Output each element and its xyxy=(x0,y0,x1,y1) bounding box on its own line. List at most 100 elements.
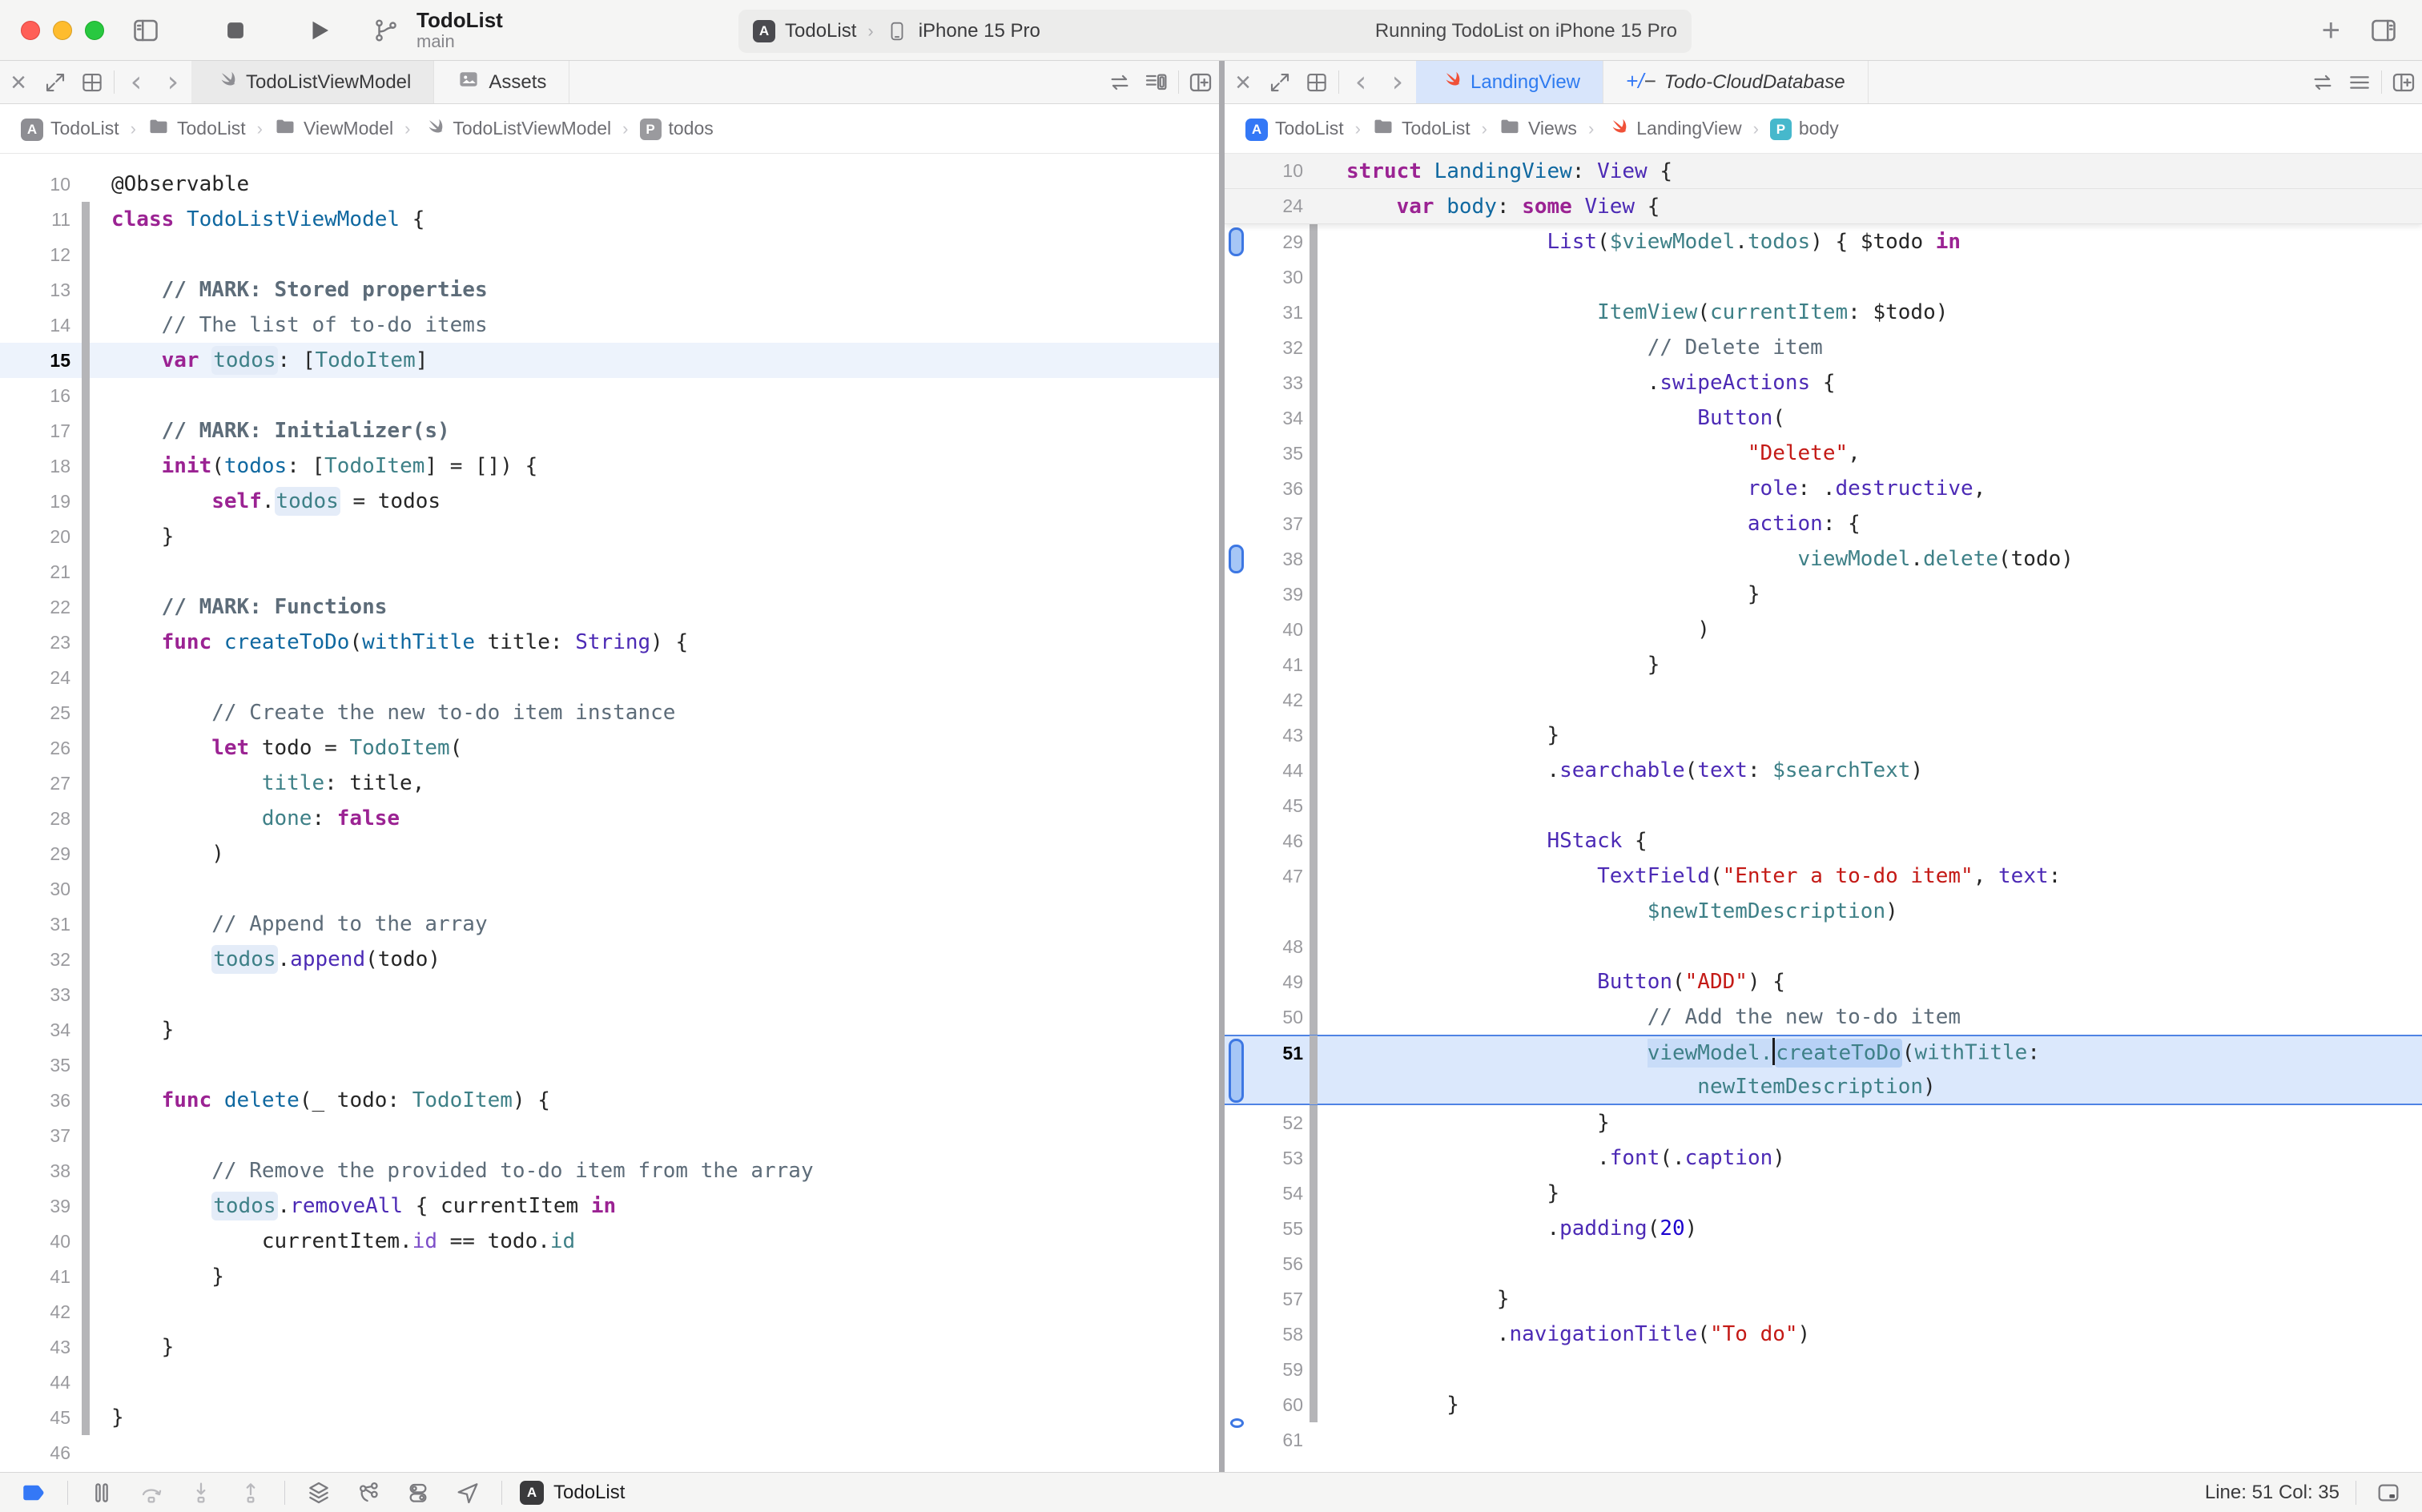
line-number[interactable]: 58 xyxy=(1250,1324,1303,1345)
code-text[interactable]: HStack { xyxy=(1318,829,1648,853)
open-in-window-icon[interactable] xyxy=(1261,61,1298,103)
split-editor-icon[interactable] xyxy=(2385,61,2422,103)
line-number[interactable]: 46 xyxy=(0,1442,70,1464)
code-line[interactable]: 36 func delete(_ todo: TodoItem) { xyxy=(0,1083,1219,1118)
code-line[interactable]: 57 } xyxy=(1225,1281,2422,1317)
line-number[interactable]: 41 xyxy=(1250,654,1303,676)
open-in-window-icon[interactable] xyxy=(37,61,74,103)
code-text[interactable]: } xyxy=(90,1335,174,1359)
line-number[interactable]: 33 xyxy=(0,984,70,1006)
line-number[interactable]: 38 xyxy=(1250,549,1303,570)
code-line[interactable]: 34 } xyxy=(0,1012,1219,1048)
scheme-selector[interactable]: A TodoList › iPhone 15 Pro Running TodoL… xyxy=(738,10,1692,53)
go-back-icon[interactable]: ‹ xyxy=(118,61,155,103)
code-line[interactable]: 10 @Observable xyxy=(0,167,1219,202)
breakpoint-gutter[interactable] xyxy=(1225,823,1250,859)
code-text[interactable]: } xyxy=(1318,1393,1459,1417)
environment-overrides-icon[interactable] xyxy=(402,1477,434,1509)
line-number[interactable]: 60 xyxy=(1250,1394,1303,1416)
line-number[interactable]: 54 xyxy=(1250,1183,1303,1204)
line-number[interactable]: 48 xyxy=(1250,936,1303,958)
line-number[interactable]: 52 xyxy=(1250,1112,1303,1134)
line-number[interactable]: 55 xyxy=(1250,1218,1303,1240)
code-text[interactable]: "Delete", xyxy=(1318,441,1861,465)
run-button[interactable] xyxy=(296,8,341,53)
line-number[interactable]: 44 xyxy=(1250,760,1303,782)
breakpoint-indicator[interactable] xyxy=(1229,227,1244,256)
line-number[interactable]: 40 xyxy=(1250,619,1303,641)
code-line[interactable]: 30 xyxy=(0,871,1219,907)
code-line[interactable]: 55 .padding(20) xyxy=(1225,1211,2422,1246)
line-number[interactable]: 27 xyxy=(0,773,70,794)
code-text[interactable]: .navigationTitle("To do") xyxy=(1318,1322,1810,1346)
code-text[interactable]: // Add the new to-do item xyxy=(1318,1005,1961,1029)
code-text[interactable]: title: title, xyxy=(90,771,424,795)
zoom-window-button[interactable] xyxy=(85,21,104,40)
line-number[interactable]: 18 xyxy=(0,456,70,477)
code-line[interactable]: 29 List($viewModel.todos) { $todo in xyxy=(1225,224,2422,259)
breakpoint-gutter[interactable] xyxy=(1225,506,1250,541)
line-number[interactable]: 20 xyxy=(0,526,70,548)
line-number[interactable]: 37 xyxy=(0,1125,70,1147)
code-line[interactable]: 42 xyxy=(0,1294,1219,1329)
breakpoint-gutter[interactable] xyxy=(1225,471,1250,506)
code-text[interactable]: } xyxy=(1318,653,1660,677)
line-number[interactable]: 19 xyxy=(0,491,70,513)
code-line[interactable]: 40 currentItem.id == todo.id xyxy=(0,1224,1219,1259)
code-text[interactable]: } xyxy=(90,1405,124,1430)
breadcrumb-item[interactable]: P body xyxy=(1770,117,1839,141)
code-text[interactable]: ItemView(currentItem: $todo) xyxy=(1318,300,1948,324)
line-number[interactable]: 41 xyxy=(0,1266,70,1288)
code-text[interactable]: } xyxy=(1318,723,1559,747)
line-number[interactable]: 39 xyxy=(1250,584,1303,605)
code-line[interactable]: 11 class TodoListViewModel { xyxy=(0,202,1219,237)
line-number[interactable]: 10 xyxy=(1250,160,1303,182)
editor-display-icon[interactable] xyxy=(2372,1477,2404,1509)
code-line[interactable]: 27 title: title, xyxy=(0,766,1219,801)
code-line[interactable]: 49 Button("ADD") { xyxy=(1225,964,2422,999)
close-editor-icon[interactable]: × xyxy=(0,61,37,103)
memory-graph-icon[interactable] xyxy=(352,1477,384,1509)
code-line[interactable]: 16 xyxy=(0,378,1219,413)
breakpoint-gutter[interactable] xyxy=(1225,1211,1250,1246)
line-number[interactable]: 57 xyxy=(1250,1289,1303,1310)
line-number[interactable]: 47 xyxy=(1250,866,1303,887)
add-tab-icon[interactable]: + xyxy=(2322,13,2340,49)
code-text[interactable]: // Delete item xyxy=(1318,336,1823,360)
code-line[interactable]: 32 todos.append(todo) xyxy=(0,942,1219,977)
line-number[interactable]: 34 xyxy=(0,1019,70,1041)
stop-button[interactable] xyxy=(213,8,258,53)
code-text[interactable]: .searchable(text: $searchText) xyxy=(1318,758,1923,782)
line-number[interactable]: 50 xyxy=(1250,1007,1303,1028)
breakpoint-gutter[interactable] xyxy=(1225,295,1250,330)
code-line[interactable]: 61 xyxy=(1225,1422,2422,1458)
code-line[interactable]: 13 // MARK: Stored properties xyxy=(0,272,1219,308)
code-line[interactable]: 32 // Delete item xyxy=(1225,330,2422,365)
code-text[interactable]: } xyxy=(1318,1111,1610,1135)
code-text[interactable]: class TodoListViewModel { xyxy=(90,207,424,231)
code-line[interactable]: 53 .font(.caption) xyxy=(1225,1140,2422,1176)
breakpoint-gutter[interactable] xyxy=(1225,788,1250,823)
code-line[interactable]: 60 } xyxy=(1225,1387,2422,1422)
code-line[interactable]: 35 "Delete", xyxy=(1225,436,2422,471)
breadcrumb-item[interactable]: TodoList xyxy=(1372,115,1470,143)
line-number[interactable]: 25 xyxy=(0,702,70,724)
editor-layout-icon[interactable] xyxy=(1298,61,1335,103)
line-number[interactable]: 22 xyxy=(0,597,70,618)
breakpoints-toggle-icon[interactable] xyxy=(18,1477,50,1509)
breakpoint-indicator[interactable] xyxy=(1229,1039,1244,1103)
line-number[interactable]: 42 xyxy=(1250,690,1303,711)
breadcrumb-item[interactable]: LandingView xyxy=(1605,115,1741,143)
swap-editor-icon[interactable] xyxy=(2304,61,2341,103)
code-line[interactable]: $newItemDescription) xyxy=(1225,894,2422,929)
breadcrumb-item[interactable]: ViewModel xyxy=(274,115,393,143)
code-line[interactable]: 43 } xyxy=(0,1329,1219,1365)
code-line[interactable]: 42 xyxy=(1225,682,2422,718)
code-text[interactable]: .swipeActions { xyxy=(1318,371,1836,395)
breakpoint-indicator[interactable] xyxy=(1229,545,1244,573)
close-window-button[interactable] xyxy=(21,21,40,40)
simulate-location-icon[interactable] xyxy=(452,1477,484,1509)
code-line[interactable]: 22 // MARK: Functions xyxy=(0,589,1219,625)
code-text[interactable]: viewModel.createToDo(withTitle: xyxy=(1318,1038,2040,1068)
code-line[interactable]: 40 ) xyxy=(1225,612,2422,647)
